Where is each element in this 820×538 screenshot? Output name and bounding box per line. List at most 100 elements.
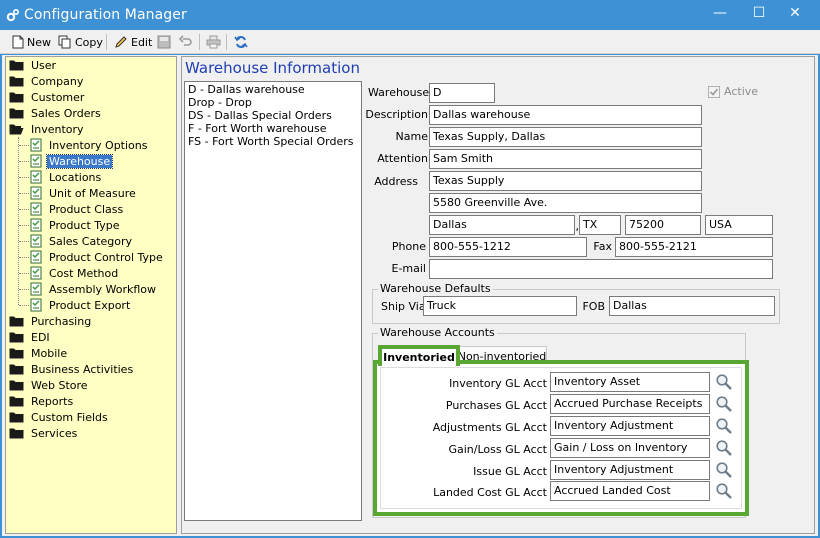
tab-inventoried[interactable]: Inventoried — [378, 345, 460, 366]
gain-loss-gl-field[interactable]: Gain / Loss on Inventory — [550, 438, 710, 458]
warehouse-field[interactable]: D — [429, 83, 495, 103]
active-checkbox[interactable]: Active — [708, 85, 758, 98]
tree-connector — [19, 209, 29, 210]
search-icon[interactable] — [715, 373, 733, 391]
folder-icon — [9, 412, 24, 423]
issue-gl-label: Issue GL Acct — [473, 465, 547, 478]
tree-item-web-store[interactable]: Web Store — [9, 377, 90, 393]
tree-item-product-export[interactable]: Product Export — [30, 297, 132, 313]
phone-label: Phone — [391, 240, 426, 253]
search-icon[interactable] — [715, 395, 733, 413]
search-icon[interactable] — [715, 417, 733, 435]
copy-label: Copy — [75, 35, 103, 49]
new-button[interactable]: New — [12, 33, 51, 51]
search-icon[interactable] — [715, 482, 733, 500]
edit-button[interactable]: Edit — [114, 33, 152, 51]
tree-item-purchasing[interactable]: Purchasing — [9, 313, 93, 329]
folder-icon — [9, 76, 24, 87]
tree-item-company[interactable]: Company — [9, 73, 85, 89]
warehouse-list[interactable]: D - Dallas warehouse Drop - Drop DS - Da… — [184, 81, 362, 521]
gain-loss-gl-label: Gain/Loss GL Acct — [448, 443, 547, 456]
purchases-gl-label: Purchases GL Acct — [445, 399, 547, 412]
tree-item-business-activities[interactable]: Business Activities — [9, 361, 135, 377]
refresh-button[interactable] — [234, 33, 251, 51]
toolbar-divider — [226, 34, 227, 50]
city-field[interactable]: Dallas — [429, 215, 575, 235]
tree-item-custom-fields[interactable]: Custom Fields — [9, 409, 110, 425]
address-line2-field[interactable]: 5580 Greenville Ave. — [429, 193, 702, 213]
inventory-gl-field[interactable]: Inventory Asset — [550, 372, 710, 392]
save-button[interactable] — [157, 33, 174, 51]
app-window: Configuration Manager — ☐ ✕ New Copy Edi… — [0, 0, 820, 538]
country-field[interactable]: USA — [705, 215, 773, 235]
list-item[interactable]: Drop - Drop — [188, 96, 252, 109]
tree-item-inventory[interactable]: Inventory — [9, 121, 86, 137]
attention-label: Attention — [377, 152, 428, 165]
tree-item-locations[interactable]: Locations — [30, 169, 103, 185]
adjustments-gl-field[interactable]: Inventory Adjustment — [550, 416, 710, 436]
tree-connector — [19, 145, 29, 146]
checkbox[interactable] — [708, 85, 720, 98]
address-label: Address — [374, 175, 418, 188]
group-title: Warehouse Defaults — [378, 282, 493, 295]
tree-item-mobile[interactable]: Mobile — [9, 345, 69, 361]
tree-item-sales-category[interactable]: Sales Category — [30, 233, 134, 249]
fob-field[interactable]: Dallas — [609, 296, 775, 316]
phone-field[interactable]: 800-555-1212 — [429, 237, 587, 257]
printer-icon — [206, 35, 221, 49]
tree-item-cost-method[interactable]: Cost Method — [30, 265, 120, 281]
minimize-button[interactable]: — — [703, 0, 737, 28]
folder-icon — [9, 332, 24, 343]
tree-item-warehouse[interactable]: Warehouse — [30, 153, 114, 169]
tree-item-services[interactable]: Services — [9, 425, 79, 441]
tree-item-assembly-workflow[interactable]: Assembly Workflow — [30, 281, 158, 297]
issue-gl-field[interactable]: Inventory Adjustment — [550, 460, 710, 480]
address-line1-field[interactable]: Texas Supply — [429, 171, 702, 191]
search-icon[interactable] — [715, 439, 733, 457]
description-field[interactable]: Dallas warehouse — [429, 105, 702, 125]
state-field[interactable]: TX — [579, 215, 621, 235]
pencil-icon — [115, 36, 127, 48]
list-item[interactable]: F - Fort Worth warehouse — [188, 122, 327, 135]
checklist-icon — [30, 298, 42, 312]
tree-connector — [19, 241, 29, 242]
tree-item-product-type[interactable]: Product Type — [30, 217, 122, 233]
name-field[interactable]: Texas Supply, Dallas — [429, 127, 702, 147]
landed-cost-gl-field[interactable]: Accrued Landed Cost — [550, 481, 710, 501]
list-item[interactable]: D - Dallas warehouse — [188, 83, 305, 96]
close-button[interactable]: ✕ — [778, 0, 812, 28]
print-button[interactable] — [206, 33, 224, 51]
tree-item-sales-orders[interactable]: Sales Orders — [9, 105, 103, 121]
checklist-icon — [30, 186, 42, 200]
fax-field[interactable]: 800-555-2121 — [615, 237, 773, 257]
zip-field[interactable]: 75200 — [625, 215, 701, 235]
undo-button[interactable] — [179, 33, 196, 51]
tree-item-product-class[interactable]: Product Class — [30, 201, 125, 217]
toolbar: New Copy Edit — [0, 30, 820, 54]
maximize-button[interactable]: ☐ — [742, 0, 776, 28]
list-item[interactable]: DS - Dallas Special Orders — [188, 109, 332, 122]
shipvia-field[interactable]: Truck — [423, 296, 577, 316]
purchases-gl-field[interactable]: Accrued Purchase Receipts — [550, 394, 710, 414]
tree-item-product-control-type[interactable]: Product Control Type — [30, 249, 165, 265]
refresh-icon — [234, 36, 248, 48]
list-item[interactable]: FS - Fort Worth Special Orders — [188, 135, 353, 148]
tree-item-edi[interactable]: EDI — [9, 329, 52, 345]
tree-connector — [19, 273, 29, 274]
attention-field[interactable]: Sam Smith — [429, 149, 702, 169]
folder-icon — [9, 348, 24, 359]
gear-icon — [6, 8, 20, 22]
email-field[interactable] — [429, 259, 773, 279]
tree-connector — [18, 137, 19, 305]
tree-item-inventory-options[interactable]: Inventory Options — [30, 137, 149, 153]
tree-item-customer[interactable]: Customer — [9, 89, 86, 105]
search-icon[interactable] — [715, 461, 733, 479]
folder-icon — [9, 92, 24, 103]
toolbar-divider — [199, 34, 200, 50]
tree-item-user[interactable]: User — [9, 57, 58, 73]
save-icon — [157, 35, 171, 49]
tree-item-unit-of-measure[interactable]: Unit of Measure — [30, 185, 138, 201]
tree-item-reports[interactable]: Reports — [9, 393, 75, 409]
checklist-icon — [30, 170, 42, 184]
copy-button[interactable]: Copy — [58, 33, 103, 51]
